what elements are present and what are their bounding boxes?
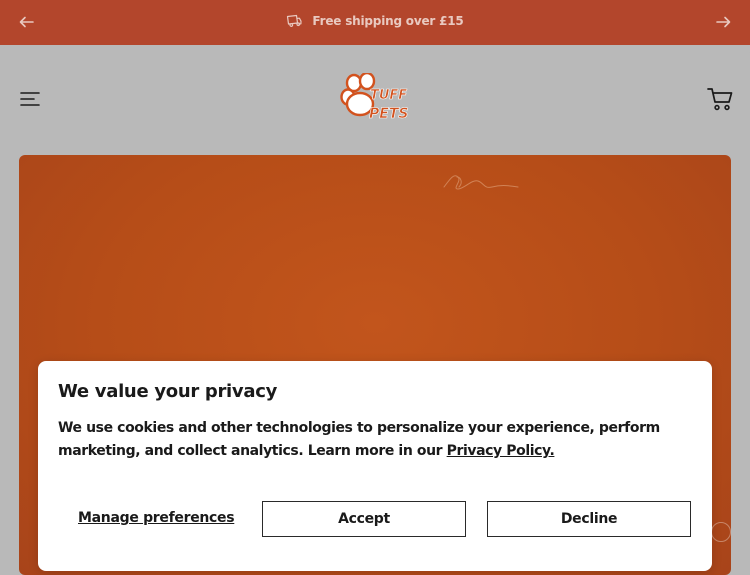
- accept-button[interactable]: Accept: [262, 501, 466, 537]
- decline-button[interactable]: Decline: [487, 501, 691, 537]
- privacy-consent-dialog: We value your privacy We use cookies and…: [38, 361, 712, 571]
- consent-body: We use cookies and other technologies to…: [58, 417, 698, 463]
- arrow-right-icon[interactable]: [714, 13, 732, 31]
- announcement-message: Free shipping over £15: [0, 14, 750, 28]
- manage-preferences-link[interactable]: Manage preferences: [78, 510, 235, 526]
- privacy-policy-link[interactable]: Privacy Policy.: [447, 443, 555, 459]
- hero-scribble-graphic: [443, 175, 519, 190]
- announcement-bar: Free shipping over £15: [0, 0, 750, 45]
- consent-body-text: We use cookies and other technologies to…: [58, 420, 660, 459]
- hamburger-menu-icon[interactable]: [20, 90, 40, 108]
- cart-icon[interactable]: [706, 85, 734, 113]
- logo-text-pets: PETS: [369, 106, 408, 122]
- announcement-text: Free shipping over £15: [312, 14, 464, 28]
- logo-text-tuff: TUFF: [370, 88, 407, 103]
- truck-icon: [287, 14, 303, 27]
- consent-title: We value your privacy: [58, 381, 277, 402]
- loading-spinner-icon: [711, 522, 731, 542]
- site-header: TUFF PETS: [0, 45, 750, 155]
- tuff-pets-logo[interactable]: TUFF PETS: [340, 71, 410, 125]
